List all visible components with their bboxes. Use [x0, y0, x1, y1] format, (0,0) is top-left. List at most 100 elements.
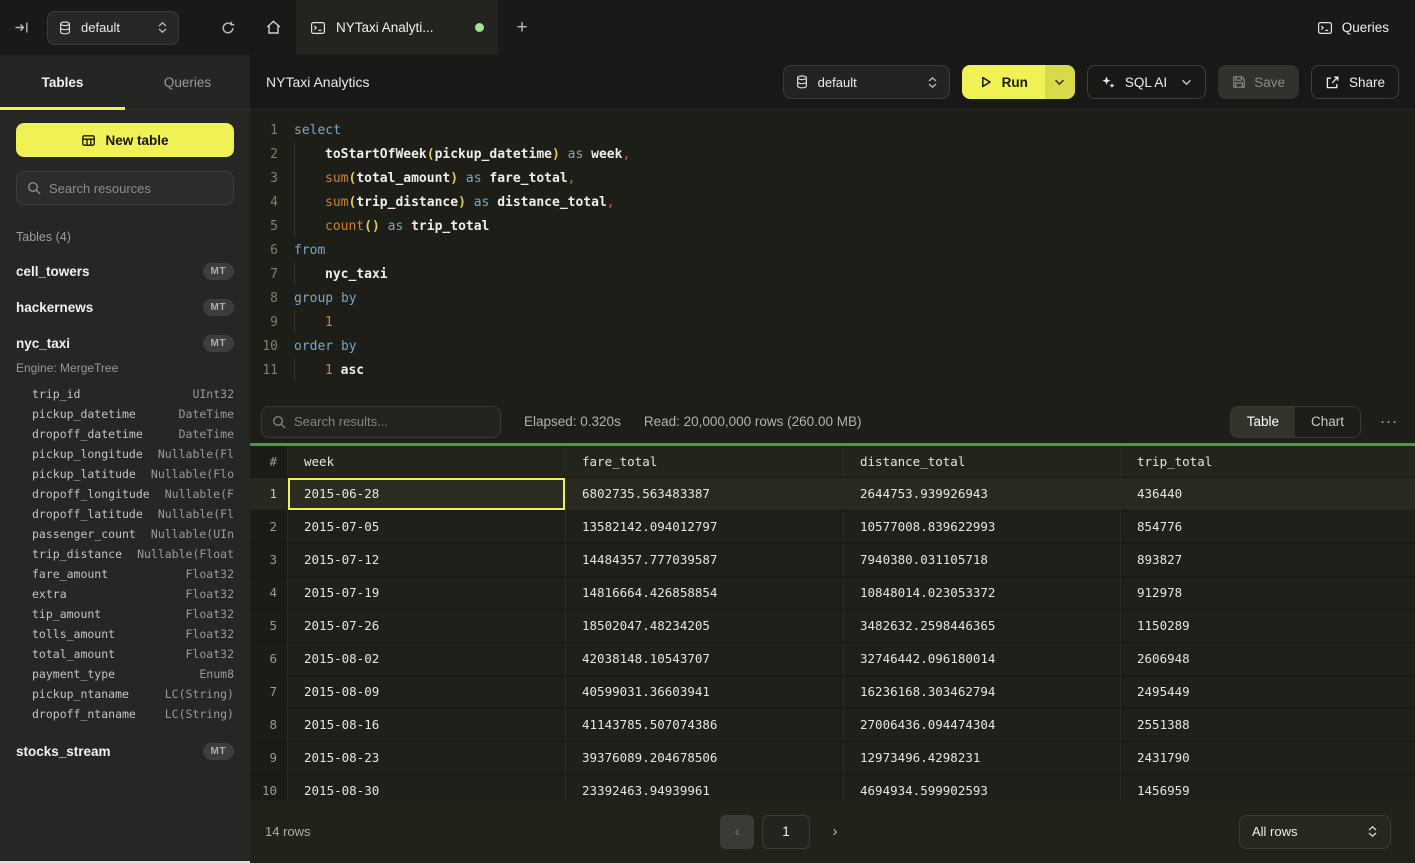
new-tab-button[interactable]: + — [498, 0, 546, 55]
save-button[interactable]: Save — [1218, 65, 1299, 99]
table-cell[interactable]: 854776 — [1121, 511, 1415, 544]
row-index-cell[interactable]: 9 — [250, 742, 288, 775]
table-cell[interactable]: 16236168.303462794 — [844, 676, 1121, 709]
queries-panel-button[interactable]: Queries — [1317, 0, 1415, 55]
table-cell[interactable]: 2015-08-16 — [288, 709, 566, 742]
table-cell[interactable]: 32746442.096180014 — [844, 643, 1121, 676]
table-cell[interactable]: 23392463.94939961 — [566, 775, 844, 800]
table-cell[interactable]: 893827 — [1121, 544, 1415, 577]
editor-line[interactable]: 3sum(total_amount) as fare_total, — [250, 166, 1415, 190]
column-name: tolls_amount — [32, 627, 115, 641]
sidebar-item-nyc-taxi[interactable]: nyc_taxi MT — [16, 335, 234, 352]
table-cell[interactable]: 2015-08-23 — [288, 742, 566, 775]
row-index-cell[interactable]: 2 — [250, 511, 288, 544]
row-index-cell[interactable]: 7 — [250, 676, 288, 709]
editor-line[interactable]: 91 — [250, 310, 1415, 334]
view-toggle-table[interactable]: Table — [1231, 407, 1295, 437]
refresh-icon[interactable] — [220, 20, 236, 36]
table-cell[interactable]: 2644753.939926943 — [844, 478, 1121, 511]
sidebar-search-input[interactable] — [49, 181, 223, 196]
new-table-label: New table — [105, 133, 168, 148]
sidebar-tab-tables[interactable]: Tables — [0, 55, 125, 109]
editor-line[interactable]: 8group by — [250, 286, 1415, 310]
row-index-cell[interactable]: 4 — [250, 577, 288, 610]
tab-nytaxi-analytics[interactable]: NYTaxi Analyti... — [296, 0, 498, 55]
next-page-button[interactable]: › — [818, 815, 852, 849]
table-cell[interactable]: 2015-07-12 — [288, 544, 566, 577]
sidebar-database-select[interactable]: default — [47, 11, 179, 45]
new-table-button[interactable]: New table — [16, 123, 234, 157]
row-index-cell[interactable]: 5 — [250, 610, 288, 643]
table-cell[interactable]: 2015-07-26 — [288, 610, 566, 643]
table-cell[interactable]: 2606948 — [1121, 643, 1415, 676]
row-index-cell[interactable]: 6 — [250, 643, 288, 676]
column-type: Nullable(Fl — [158, 507, 234, 521]
column-header[interactable]: fare_total — [566, 446, 844, 478]
sidebar-item-cell-towers[interactable]: cell_towers MT — [16, 263, 234, 280]
column-header[interactable]: # — [250, 446, 288, 478]
table-cell[interactable]: 10848014.023053372 — [844, 577, 1121, 610]
share-button[interactable]: Share — [1311, 65, 1399, 99]
table-cell[interactable]: 13582142.094012797 — [566, 511, 844, 544]
row-index-cell[interactable]: 3 — [250, 544, 288, 577]
run-options-button[interactable] — [1045, 65, 1075, 99]
table-cell[interactable]: 2551388 — [1121, 709, 1415, 742]
table-cell[interactable]: 14816664.426858854 — [566, 577, 844, 610]
table-cell[interactable]: 2431790 — [1121, 742, 1415, 775]
table-cell[interactable]: 42038148.10543707 — [566, 643, 844, 676]
table-cell[interactable]: 14484357.777039587 — [566, 544, 844, 577]
editor-line[interactable]: 2toStartOfWeek(pickup_datetime) as week, — [250, 142, 1415, 166]
toolbar-database-select[interactable]: default — [783, 65, 950, 99]
table-cell[interactable]: 3482632.2598446365 — [844, 610, 1121, 643]
editor-line[interactable]: 4sum(trip_distance) as distance_total, — [250, 190, 1415, 214]
row-index-cell[interactable]: 8 — [250, 709, 288, 742]
table-cell[interactable]: 41143785.507074386 — [566, 709, 844, 742]
table-cell[interactable]: 7940380.031105718 — [844, 544, 1121, 577]
table-cell[interactable]: 1150289 — [1121, 610, 1415, 643]
column-header[interactable]: trip_total — [1121, 446, 1415, 478]
table-cell[interactable]: 10577008.839622993 — [844, 511, 1121, 544]
table-cell[interactable]: 2015-07-19 — [288, 577, 566, 610]
table-cell[interactable]: 4694934.599902593 — [844, 775, 1121, 800]
editor-line[interactable]: 5count() as trip_total — [250, 214, 1415, 238]
editor-line[interactable]: 7nyc_taxi — [250, 262, 1415, 286]
row-index-cell[interactable]: 10 — [250, 775, 288, 800]
table-cell[interactable]: 436440 — [1121, 478, 1415, 511]
sql-editor[interactable]: 1select2toStartOfWeek(pickup_datetime) a… — [250, 110, 1415, 400]
table-cell[interactable]: 18502047.48234205 — [566, 610, 844, 643]
table-cell[interactable]: 1456959 — [1121, 775, 1415, 800]
run-button[interactable]: Run — [962, 65, 1045, 99]
table-cell[interactable]: 2495449 — [1121, 676, 1415, 709]
row-index-cell[interactable]: 1 — [250, 478, 288, 511]
sparkles-icon — [1101, 75, 1116, 90]
editor-line[interactable]: 1select — [250, 118, 1415, 142]
current-page[interactable]: 1 — [762, 815, 810, 849]
table-cell[interactable]: 2015-08-09 — [288, 676, 566, 709]
table-cell[interactable]: 6802735.563483387 — [566, 478, 844, 511]
table-cell[interactable]: 2015-07-05 — [288, 511, 566, 544]
table-cell[interactable]: 2015-08-02 — [288, 643, 566, 676]
table-cell[interactable]: 12973496.4298231 — [844, 742, 1121, 775]
view-toggle-chart[interactable]: Chart — [1295, 407, 1360, 437]
sidebar-item-hackernews[interactable]: hackernews MT — [16, 299, 234, 316]
column-header[interactable]: week — [288, 446, 566, 478]
prev-page-button[interactable]: ‹ — [720, 815, 754, 849]
table-cell[interactable]: 39376089.204678506 — [566, 742, 844, 775]
sidebar-tab-queries[interactable]: Queries — [125, 55, 250, 109]
editor-line[interactable]: 6from — [250, 238, 1415, 262]
collapse-sidebar-icon[interactable] — [14, 20, 29, 35]
table-cell[interactable]: 27006436.094474304 — [844, 709, 1121, 742]
column-header[interactable]: distance_total — [844, 446, 1121, 478]
table-cell[interactable]: 40599031.36603941 — [566, 676, 844, 709]
home-tab-button[interactable] — [250, 0, 296, 55]
table-cell[interactable]: 2015-08-30 — [288, 775, 566, 800]
table-cell[interactable]: 2015-06-28 — [288, 478, 566, 511]
editor-line[interactable]: 10order by — [250, 334, 1415, 358]
editor-line[interactable]: 111 asc — [250, 358, 1415, 382]
sql-ai-button[interactable]: SQL AI — [1087, 65, 1206, 99]
page-size-select[interactable]: All rows — [1239, 815, 1391, 849]
results-search-input[interactable] — [294, 414, 490, 429]
more-options-icon[interactable]: ··· — [1374, 413, 1404, 430]
sidebar-item-stocks-stream[interactable]: stocks_stream MT — [16, 743, 234, 760]
table-cell[interactable]: 912978 — [1121, 577, 1415, 610]
